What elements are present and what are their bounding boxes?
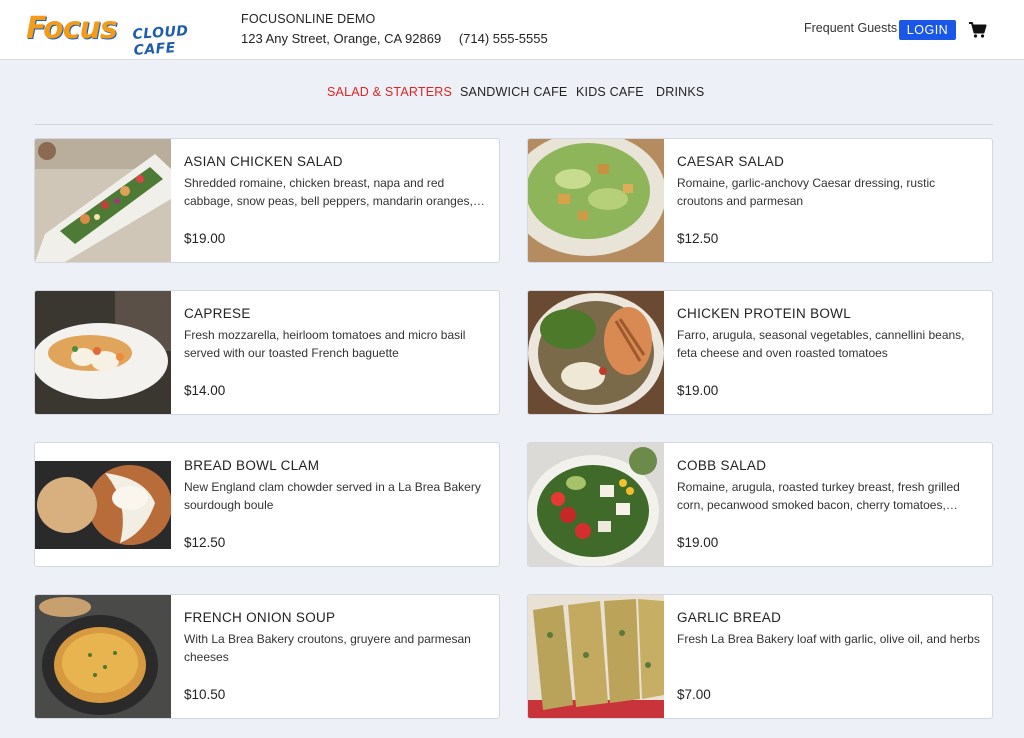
- tab-sandwich-cafe[interactable]: SANDWICH CAFE: [460, 85, 567, 99]
- menu-item-price: $12.50: [184, 535, 226, 550]
- login-button[interactable]: LOGIN: [899, 20, 956, 40]
- menu-item-card[interactable]: CAPRESE Fresh mozzarella, heirloom tomat…: [34, 290, 500, 415]
- menu-item-description: Fresh La Brea Bakery loaf with garlic, o…: [677, 632, 980, 646]
- store-name: FOCUSONLINE DEMO: [241, 12, 376, 26]
- logo-subtitle: CLOUD CAFE: [131, 23, 190, 59]
- menu-item-card[interactable]: CAESAR SALAD Romaine, garlic-anchovy Cae…: [527, 138, 993, 263]
- tab-salad-starters[interactable]: SALAD & STARTERS: [327, 85, 452, 99]
- logo-wordmark: Focus: [26, 11, 118, 46]
- tab-drinks[interactable]: DRINKS: [656, 85, 704, 99]
- store-phone: (714) 555-5555: [458, 31, 548, 46]
- menu-item-price: $19.00: [184, 231, 226, 246]
- cart-icon[interactable]: [968, 20, 988, 40]
- bread-bowl-clam-photo: [35, 443, 171, 566]
- menu-item-title: CAESAR SALAD: [677, 154, 785, 169]
- menu-item-price: $19.00: [677, 535, 719, 550]
- menu-item-price: $12.50: [677, 231, 719, 246]
- top-header: Focus CLOUD CAFE FOCUSONLINE DEMO 123 An…: [0, 0, 1024, 60]
- menu-item-description: Fresh mozzarella, heirloom tomatoes and …: [184, 328, 466, 360]
- menu-item-description: With La Brea Bakery croutons, gruyere an…: [184, 632, 471, 664]
- frequent-guests-link[interactable]: Frequent Guests: [804, 21, 897, 35]
- menu-item-price: $10.50: [184, 687, 226, 702]
- menu-item-card[interactable]: GARLIC BREAD Fresh La Brea Bakery loaf w…: [527, 594, 993, 719]
- menu-item-description: Shredded romaine, chicken breast, napa a…: [184, 176, 473, 208]
- garlic-bread-photo: [528, 595, 664, 718]
- french-onion-soup-photo: [35, 595, 171, 718]
- chicken-protein-bowl-photo: [528, 291, 664, 414]
- menu-item-description: Romaine, arugula, roasted turkey breast,…: [677, 480, 960, 512]
- menu-item-title: BREAD BOWL CLAM: [184, 458, 320, 473]
- nav-divider: [35, 124, 993, 125]
- menu-item-price: $7.00: [677, 687, 711, 702]
- menu-item-card[interactable]: ASIAN CHICKEN SALAD Shredded romaine, ch…: [34, 138, 500, 263]
- menu-item-card[interactable]: FRENCH ONION SOUP With La Brea Bakery cr…: [34, 594, 500, 719]
- menu-item-title: COBB SALAD: [677, 458, 767, 473]
- cobb-salad-photo: [528, 443, 664, 566]
- menu-item-price: $14.00: [184, 383, 226, 398]
- store-address: 123 Any Street, Orange, CA 92869: [241, 31, 442, 46]
- menu-item-title: CHICKEN PROTEIN BOWL: [677, 306, 852, 321]
- menu-item-description: Romaine, garlic-anchovy Caesar dressing,…: [677, 176, 936, 208]
- menu-item-description: New England clam chowder served in a La …: [184, 480, 481, 512]
- menu-item-description: Farro, arugula, seasonal vegetables, can…: [677, 328, 965, 360]
- category-nav: SALAD & STARTERS SANDWICH CAFE KIDS CAFE…: [0, 85, 1024, 101]
- asian-chicken-salad-photo: [35, 139, 171, 262]
- menu-item-title: ASIAN CHICKEN SALAD: [184, 154, 343, 169]
- menu-item-card[interactable]: COBB SALAD Romaine, arugula, roasted tur…: [527, 442, 993, 567]
- menu-item-card[interactable]: CHICKEN PROTEIN BOWL Farro, arugula, sea…: [527, 290, 993, 415]
- menu-item-card[interactable]: BREAD BOWL CLAM New England clam chowder…: [34, 442, 500, 567]
- tab-kids-cafe[interactable]: KIDS CAFE: [576, 85, 644, 99]
- menu-item-price: $19.00: [677, 383, 719, 398]
- focus-cloud-cafe-logo[interactable]: Focus CLOUD CAFE: [26, 11, 218, 59]
- menu-item-title: CAPRESE: [184, 306, 251, 321]
- caprese-photo: [35, 291, 171, 414]
- menu-item-title: GARLIC BREAD: [677, 610, 782, 625]
- menu-item-title: FRENCH ONION SOUP: [184, 610, 336, 625]
- store-contact: 123 Any Street, Orange, CA 92869 (714) 5…: [241, 31, 562, 46]
- caesar-salad-photo: [528, 139, 664, 262]
